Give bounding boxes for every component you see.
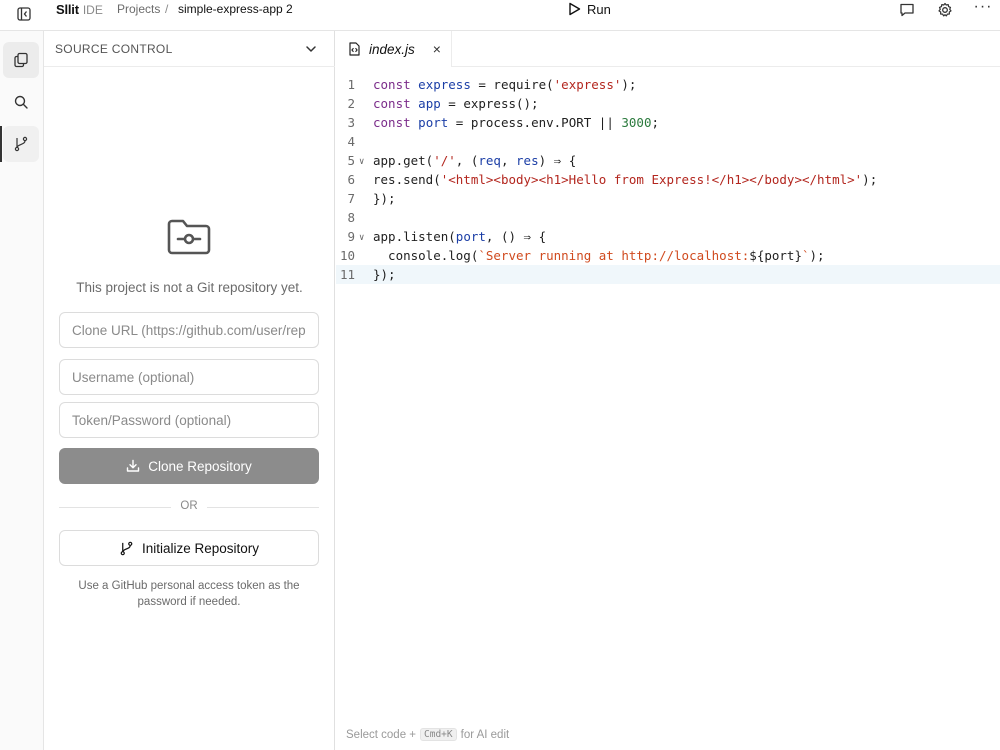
line-number: 4	[347, 134, 355, 149]
more-options-icon[interactable]: ···	[973, 0, 993, 17]
panel-title: SOURCE CONTROL	[55, 42, 173, 56]
search-icon[interactable]	[3, 84, 39, 120]
top-bar: Sllit IDE Projects / simple-express-app …	[0, 0, 1000, 31]
chat-icon[interactable]	[897, 0, 917, 20]
not-a-repo-message: This project is not a Git repository yet…	[76, 280, 303, 295]
breadcrumb-projects[interactable]: Projects	[117, 2, 160, 16]
ai-hint-suffix: for AI edit	[460, 728, 510, 741]
download-icon	[127, 459, 140, 472]
initialize-repository-button[interactable]: Initialize Repository	[59, 530, 319, 566]
activity-bar	[0, 31, 44, 750]
folder-git-icon	[167, 219, 211, 255]
code-line[interactable]: 9 ∨ app.listen(port, () ⇒ {	[336, 227, 1000, 246]
line-number: 1	[347, 77, 355, 92]
brand: Sllit IDE	[56, 2, 103, 18]
code-line[interactable]: 3 const port = process.env.PORT || 3000;	[336, 113, 1000, 132]
or-divider: OR	[59, 500, 319, 514]
line-number: 5	[347, 153, 355, 168]
code-text: res.send('<html><body><h1>Hello from Exp…	[373, 172, 878, 187]
tab-label: index.js	[369, 41, 415, 57]
code-line[interactable]: 8	[336, 208, 1000, 227]
play-icon	[569, 2, 581, 16]
or-label: OR	[180, 500, 198, 512]
code-editor: index.js × 1 const express = require('exp…	[336, 31, 1000, 750]
line-number: 3	[347, 115, 355, 130]
chevron-down-icon[interactable]	[303, 41, 319, 57]
breadcrumb-separator: /	[165, 2, 169, 16]
code-text: const express = require('express');	[373, 77, 637, 92]
divider-line	[207, 507, 319, 508]
line-number: 2	[347, 96, 355, 111]
username-input[interactable]	[59, 359, 319, 395]
shortcut-key: Cmd+K	[420, 728, 457, 741]
close-icon[interactable]: ×	[433, 41, 441, 57]
ai-hint-prefix: Select code +	[346, 728, 417, 741]
run-button[interactable]: Run	[568, 0, 611, 18]
panel-header: SOURCE CONTROL	[44, 31, 335, 67]
line-number: 8	[347, 210, 355, 225]
code-line[interactable]: 10 console.log(`Server running at http:/…	[336, 246, 1000, 265]
code-area[interactable]: 1 const express = require('express'); 2 con…	[336, 75, 1000, 284]
code-text: app.get('/', (req, res) ⇒ {	[373, 153, 577, 168]
token-hint: Use a GitHub personal access token as th…	[78, 580, 300, 608]
code-text: });	[373, 267, 396, 282]
line-number: 11	[339, 267, 355, 282]
files-icon[interactable]	[3, 42, 39, 78]
code-text: });	[373, 191, 396, 206]
line-number: 6	[347, 172, 355, 187]
code-text: const app = express();	[373, 96, 539, 111]
code-text: console.log(`Server running at http://lo…	[373, 248, 825, 263]
git-branch-icon[interactable]	[3, 126, 39, 162]
source-control-panel: SOURCE CONTROL This project is not a Git…	[44, 31, 335, 750]
git-branch-icon	[120, 541, 133, 555]
sidebar-toggle-icon[interactable]	[12, 2, 36, 26]
code-line[interactable]: 11});	[336, 265, 1000, 284]
code-text: const port = process.env.PORT || 3000;	[373, 115, 660, 130]
clone-repository-button[interactable]: Clone Repository	[59, 448, 319, 484]
line-number: 10	[339, 248, 355, 263]
run-label: Run	[587, 1, 611, 17]
code-line[interactable]: 4	[336, 132, 1000, 151]
active-indicator	[0, 126, 2, 162]
brand-sub: IDE	[82, 3, 103, 17]
tab-index-js[interactable]: index.js ×	[336, 31, 452, 67]
code-line[interactable]: 7});	[336, 189, 1000, 208]
editor-tabs: index.js ×	[336, 31, 1000, 67]
code-line[interactable]: 1 const express = require('express');	[336, 75, 1000, 94]
initialize-repository-label: Initialize Repository	[141, 540, 260, 556]
gear-icon[interactable]	[935, 0, 955, 20]
clone-repository-label: Clone Repository	[148, 458, 252, 474]
line-number: 7	[347, 191, 355, 206]
token-password-input[interactable]	[59, 402, 319, 438]
brand-name: Sllit	[56, 2, 79, 17]
breadcrumb-project-name[interactable]: simple-express-app 2	[178, 2, 293, 16]
ai-edit-hint: Select code + Cmd+K for AI edit	[346, 728, 509, 741]
code-text: app.listen(port, () ⇒ {	[373, 229, 547, 244]
code-line[interactable]: 5 ∨ app.get('/', (req, res) ⇒ {	[336, 151, 1000, 170]
code-file-icon	[349, 42, 360, 56]
line-number: 9	[347, 229, 355, 244]
code-line[interactable]: 2 const app = express();	[336, 94, 1000, 113]
clone-url-input[interactable]	[59, 312, 319, 348]
code-line[interactable]: 6 res.send('<html><body><h1>Hello from Ex…	[336, 170, 1000, 189]
